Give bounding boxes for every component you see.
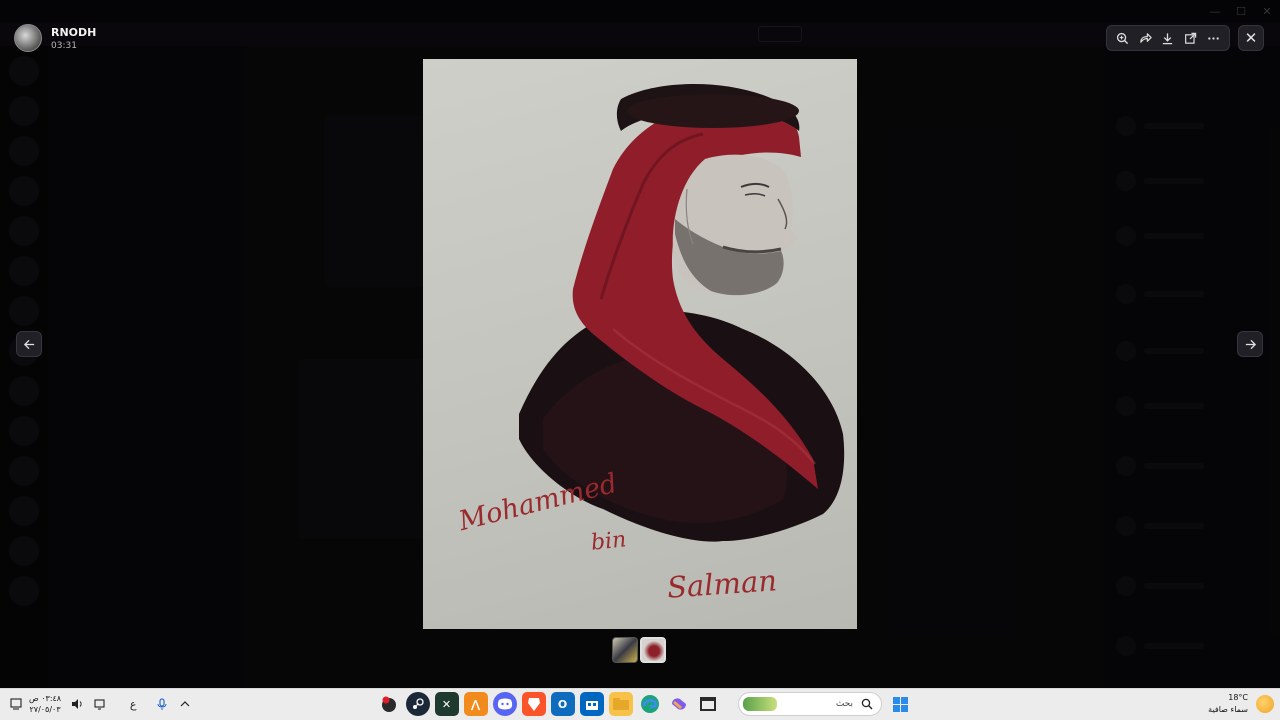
arrow-left-icon[interactable] <box>16 331 42 357</box>
weather-desc: سماء صافية <box>1208 705 1248 714</box>
pinned-apps: ✕ ⋀ O بحث <box>374 692 912 716</box>
network-icon[interactable] <box>90 693 110 715</box>
upload-time: 03:31 <box>51 40 77 51</box>
close-icon[interactable]: ✕ <box>1238 25 1264 51</box>
search-label: بحث <box>835 699 853 709</box>
terminal-icon[interactable]: ✕ <box>434 692 459 716</box>
signature-line2: bin <box>589 527 628 556</box>
windows-logo-icon <box>892 696 908 712</box>
window-app-icon[interactable] <box>696 692 720 716</box>
download-icon[interactable] <box>1157 27 1179 49</box>
microphone-icon[interactable] <box>152 693 172 715</box>
app-icon-orange[interactable]: ⋀ <box>463 692 488 716</box>
input-language-indicator[interactable]: ع <box>123 693 143 715</box>
uploader-info: RNODH 03:31 <box>14 24 96 52</box>
speaker-icon[interactable] <box>67 693 87 715</box>
weather-sun-icon <box>1256 695 1274 713</box>
search-icon <box>861 698 873 710</box>
more-icon[interactable] <box>1203 27 1225 49</box>
outlook-icon[interactable]: O <box>550 692 575 716</box>
edge-browser-icon[interactable] <box>638 692 662 716</box>
notification-icon[interactable] <box>6 693 26 715</box>
share-forward-icon[interactable] <box>1134 27 1156 49</box>
thumbnail[interactable] <box>612 637 638 663</box>
chevron-up-icon[interactable] <box>175 693 195 715</box>
taskbar: ٠٣:٤٨ ص ٢٧/٠٥/٠٣ ع ✕ ⋀ O بحث 18°C سماء ص… <box>0 688 1280 720</box>
thumbnail-strip <box>612 637 668 663</box>
steam-icon[interactable] <box>405 692 430 716</box>
file-explorer-icon[interactable] <box>608 692 633 716</box>
app-icon-record[interactable] <box>377 692 401 716</box>
clock[interactable]: ٠٣:٤٨ ص ٢٧/٠٥/٠٣ <box>29 693 61 715</box>
uploader-name: RNODH <box>51 25 97 39</box>
copilot-icon[interactable] <box>667 692 691 716</box>
portrait-drawing <box>519 83 845 542</box>
thumbnail-selected[interactable] <box>640 637 666 663</box>
viewed-image[interactable]: Mohammed bin Salman <box>423 59 857 629</box>
clock-date: ٢٧/٠٥/٠٣ <box>29 705 61 714</box>
start-button[interactable] <box>888 692 912 716</box>
discord-icon[interactable] <box>492 692 517 716</box>
taskbar-search[interactable]: بحث <box>738 692 882 716</box>
microsoft-store-icon[interactable] <box>579 692 604 716</box>
arrow-right-icon[interactable] <box>1237 331 1263 357</box>
system-tray: ٠٣:٤٨ ص ٢٧/٠٥/٠٣ ع <box>6 693 198 715</box>
brave-browser-icon[interactable] <box>521 692 546 716</box>
weather-temp: 18°C <box>1228 693 1248 702</box>
open-external-icon[interactable] <box>1180 27 1202 49</box>
avatar[interactable] <box>14 24 42 52</box>
search-highlight-image <box>743 697 777 711</box>
weather-widget[interactable]: 18°C سماء صافية <box>1208 692 1274 716</box>
clock-time: ٠٣:٤٨ ص <box>29 694 62 703</box>
viewer-toolbar <box>1106 25 1230 51</box>
zoom-in-icon[interactable] <box>1111 27 1133 49</box>
